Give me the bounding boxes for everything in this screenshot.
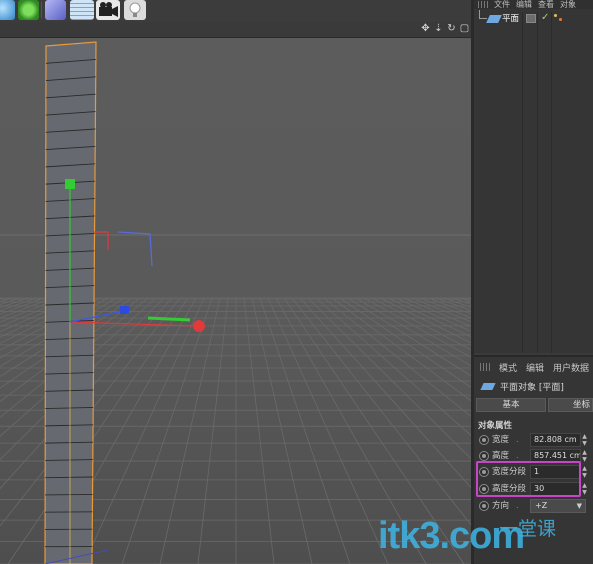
- section-object-properties: 对象属性: [478, 421, 513, 431]
- watermark-tagline: 一堂课: [499, 518, 557, 540]
- chevron-down-icon: ▼: [576, 502, 582, 510]
- column-divider: [551, 12, 552, 353]
- dot-render-visibility: [559, 18, 562, 21]
- column-divider: [537, 12, 538, 353]
- toolbar-separator: [41, 2, 42, 18]
- gear-green-icon[interactable]: [18, 0, 39, 20]
- property-label: 宽度: [492, 435, 510, 445]
- object-name-plane[interactable]: 平面: [502, 13, 519, 25]
- plane-segment-line: [45, 493, 93, 496]
- width-spinner-icon[interactable]: ▲ ▼: [581, 433, 588, 447]
- height-spinner-icon[interactable]: ▲ ▼: [581, 449, 588, 463]
- y-axis-handle[interactable]: [65, 179, 75, 189]
- column-divider: [522, 12, 523, 353]
- property-label: 方向: [492, 501, 510, 511]
- object-manager: 文件 编辑 查看 对象 平面 ✓: [474, 0, 593, 353]
- object-manager-columns: [474, 12, 593, 353]
- dot-editor-visibility: [554, 14, 557, 17]
- light-bulb-icon[interactable]: [124, 0, 146, 20]
- rotate-view-icon[interactable]: ↻: [446, 23, 457, 35]
- 3d-viewport[interactable]: ✥ ⇣ ↻ ▢: [0, 22, 472, 564]
- width-segments-spinner-icon[interactable]: ▲ ▼: [581, 465, 588, 479]
- camera-glyph: [99, 2, 118, 17]
- layer-toggle-icon[interactable]: [526, 14, 536, 23]
- menu-edit[interactable]: 编辑: [510, 0, 532, 9]
- viewport-scene[interactable]: [0, 38, 472, 564]
- visibility-dots-icon[interactable]: [554, 14, 564, 23]
- property-orientation: 方向 . +Z ▼: [474, 498, 593, 514]
- panel-grip-icon[interactable]: [480, 363, 490, 371]
- enabled-check-icon[interactable]: ✓: [541, 12, 549, 23]
- property-dots: .: [516, 435, 519, 444]
- menu-view[interactable]: 查看: [532, 0, 554, 9]
- grid-plane-icon[interactable]: [70, 0, 94, 20]
- viewport-header: ✥ ⇣ ↻ ▢: [0, 22, 472, 38]
- nurbs-icon[interactable]: [45, 0, 66, 20]
- menu-object[interactable]: 对象: [554, 0, 576, 9]
- animate-radio-icon[interactable]: [479, 435, 489, 445]
- bulb-glyph: [129, 2, 141, 17]
- menu-file[interactable]: 文件: [488, 0, 510, 9]
- orientation-value: +Z: [535, 501, 548, 510]
- attribute-tabs: 基本 坐标: [476, 398, 593, 412]
- animate-radio-icon[interactable]: [479, 451, 489, 461]
- object-manager-menu: 文件 编辑 查看 对象: [474, 0, 593, 9]
- height-segments-spinner-icon[interactable]: ▲ ▼: [581, 482, 588, 496]
- tab-coord[interactable]: 坐标: [548, 398, 593, 412]
- cinema4d-window: ✥ ⇣ ↻ ▢ 文件 编辑 查看 对象 平面 ✓ 模式 编辑 用户数据 平面对象…: [0, 0, 593, 564]
- panel-grip-icon[interactable]: [478, 1, 488, 8]
- menu-user-data[interactable]: 用户数据: [544, 361, 589, 374]
- maximize-view-icon[interactable]: ▢: [459, 23, 470, 35]
- cube-icon[interactable]: [0, 0, 15, 20]
- animate-radio-icon[interactable]: [479, 501, 489, 511]
- main-toolbar: [0, 0, 472, 22]
- orientation-dropdown[interactable]: +Z ▼: [530, 499, 586, 513]
- attribute-title: 平面对象 [平面]: [500, 382, 564, 393]
- plane-object-icon: [480, 382, 496, 390]
- segments-highlight-box: [476, 461, 581, 497]
- viewport-nav-controls: ✥ ⇣ ↻ ▢: [420, 23, 470, 37]
- attribute-title-row: 平面对象 [平面]: [474, 377, 593, 395]
- x-axis-handle[interactable]: [193, 320, 205, 332]
- menu-mode[interactable]: 模式: [490, 361, 517, 374]
- property-width: 宽度 . 82.808 cm ▲ ▼: [474, 432, 593, 448]
- attribute-manager-menu: 模式 编辑 用户数据: [474, 359, 593, 375]
- xz-plane-handle[interactable]: [147, 316, 191, 322]
- camera-icon[interactable]: [96, 0, 120, 20]
- z-axis-handle[interactable]: [120, 306, 129, 314]
- watermark: itk3.com 一堂课: [378, 513, 578, 563]
- zoom-view-icon[interactable]: ⇣: [433, 23, 444, 35]
- tab-basic[interactable]: 基本: [476, 398, 546, 412]
- tree-connector: [479, 10, 487, 19]
- property-dots: .: [516, 501, 519, 510]
- menu-edit[interactable]: 编辑: [517, 361, 544, 374]
- move-view-icon[interactable]: ✥: [420, 23, 431, 35]
- width-field[interactable]: 82.808 cm: [530, 433, 581, 447]
